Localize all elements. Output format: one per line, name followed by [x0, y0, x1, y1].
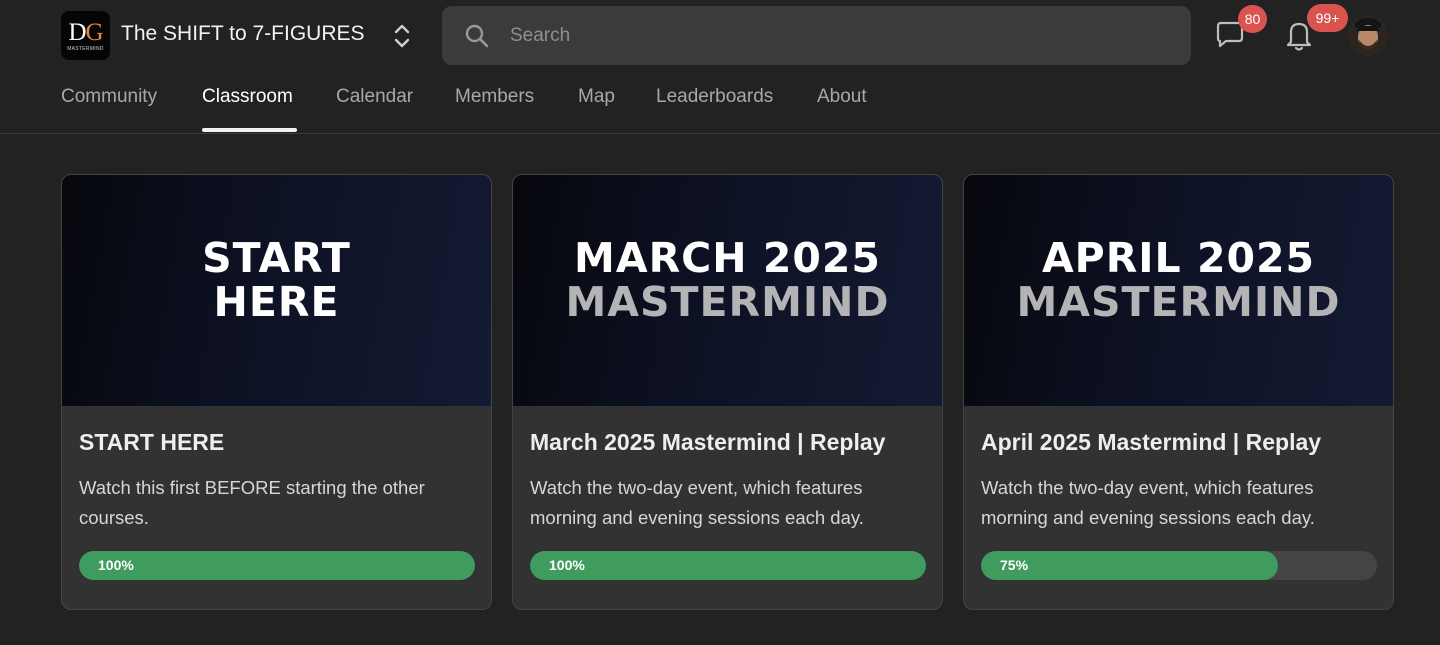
cover-title-line2: MASTERMIND — [565, 277, 890, 326]
community-name[interactable]: The SHIFT to 7-FIGURES — [121, 22, 365, 46]
tab-leaderboards[interactable]: Leaderboards — [656, 86, 773, 134]
tab-map[interactable]: Map — [578, 86, 615, 134]
tab-calendar[interactable]: Calendar — [336, 86, 413, 134]
tab-community[interactable]: Community — [61, 86, 157, 134]
course-description: Watch this first BEFORE starting the oth… — [79, 477, 425, 528]
progress-label: 75% — [1000, 557, 1029, 573]
search-input[interactable] — [510, 6, 1170, 65]
cover-title-line2: MASTERMIND — [1016, 277, 1341, 326]
cover-title-line1: APRIL 2025 — [1041, 233, 1316, 282]
course-card-march-2025[interactable]: MARCH 2025 MASTERMIND March 2025 Masterm… — [512, 174, 943, 610]
progress-label: 100% — [549, 557, 585, 573]
progress-fill — [79, 551, 475, 580]
course-progress-bar: 75% — [981, 551, 1377, 580]
logo-subtitle: MASTERMIND — [67, 45, 104, 52]
chat-count-badge: 80 — [1238, 5, 1267, 33]
chevron-up-down-icon[interactable] — [391, 22, 413, 50]
course-description: Watch the two-day event, which features … — [530, 477, 864, 528]
course-progress-bar: 100% — [530, 551, 926, 580]
course-cover: APRIL 2025 MASTERMIND — [964, 175, 1393, 406]
course-description: Watch the two-day event, which features … — [981, 477, 1315, 528]
cover-title-line1: MARCH 2025 — [574, 233, 881, 282]
course-card-start-here[interactable]: START HERE START HERE Watch this first B… — [61, 174, 492, 610]
logo-letters: DG — [68, 18, 103, 46]
course-title: March 2025 Mastermind | Replay — [530, 429, 886, 455]
tab-about[interactable]: About — [817, 86, 867, 134]
notifications-count-badge: 99+ — [1307, 4, 1348, 32]
community-logo[interactable]: DG MASTERMIND — [61, 11, 110, 60]
course-cover: START HERE — [62, 175, 491, 406]
course-progress-bar: 100% — [79, 551, 475, 580]
course-cover: MARCH 2025 MASTERMIND — [513, 175, 942, 406]
search-bar[interactable] — [442, 6, 1191, 65]
progress-label: 100% — [98, 557, 134, 573]
active-tab-indicator — [202, 128, 297, 132]
top-header: DG MASTERMIND The SHIFT to 7-FIGURES 80 … — [0, 0, 1440, 134]
progress-fill — [530, 551, 926, 580]
cover-title-line1: START — [202, 233, 351, 282]
course-title: START HERE — [79, 429, 225, 455]
course-card-april-2025[interactable]: APRIL 2025 MASTERMIND April 2025 Masterm… — [963, 174, 1394, 610]
search-icon — [464, 23, 490, 49]
avatar[interactable] — [1348, 16, 1388, 56]
course-title: April 2025 Mastermind | Replay — [981, 429, 1322, 455]
tab-classroom[interactable]: Classroom — [202, 86, 293, 134]
tab-members[interactable]: Members — [455, 86, 534, 134]
cover-title-line2: HERE — [213, 277, 340, 326]
